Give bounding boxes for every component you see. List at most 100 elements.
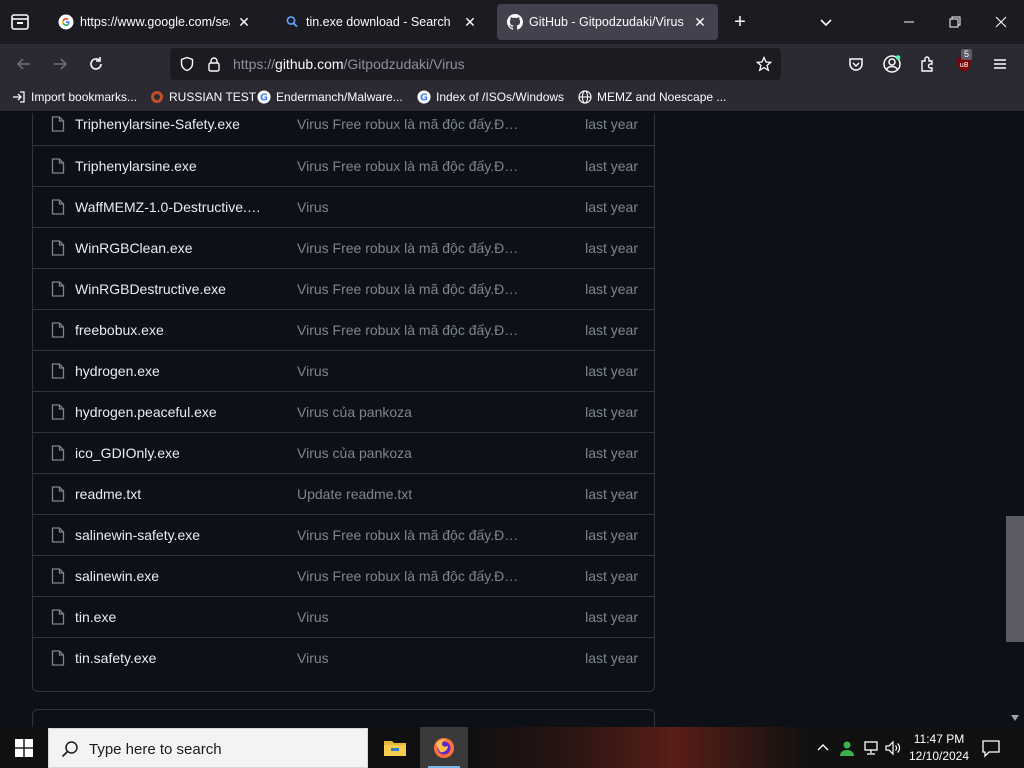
scroll-down-arrow-icon[interactable] <box>1010 713 1020 723</box>
file-icon <box>51 322 65 338</box>
account-button[interactable] <box>880 52 904 76</box>
commit-date: last year <box>585 404 638 420</box>
tab-google-search[interactable]: https://www.google.com/searc ✕ <box>48 4 262 40</box>
file-name-link[interactable]: freebobux.exe <box>75 322 265 338</box>
file-name-link[interactable]: hydrogen.peaceful.exe <box>75 404 265 420</box>
commit-message-link[interactable]: Virus Free robux là mã độc đấy.Đừ... <box>297 322 522 338</box>
close-window-button[interactable] <box>986 10 1016 34</box>
tab-tin-download-search[interactable]: tin.exe download - Search ✕ <box>274 4 488 40</box>
bookmark-memz-noescape[interactable]: MEMZ and Noescape ... <box>578 90 726 104</box>
commit-message-link[interactable]: Virus <box>297 650 522 666</box>
firefox-view-icon <box>11 14 29 30</box>
file-row[interactable]: tin.exe Virus last year <box>33 596 654 637</box>
forward-button[interactable] <box>48 52 72 76</box>
ublock-extension-button[interactable]: uB 5 <box>952 49 976 76</box>
file-name-link[interactable]: WinRGBDestructive.exe <box>75 281 265 297</box>
commit-message-link[interactable]: Virus Free robux là mã độc đấy.Đừ... <box>297 281 522 297</box>
show-hidden-icons-button[interactable] <box>814 739 832 757</box>
file-explorer-button[interactable] <box>371 727 419 768</box>
new-tab-icon[interactable]: + <box>730 12 750 32</box>
file-row[interactable]: WinRGBClean.exe Virus Free robux là mã độ… <box>33 227 654 268</box>
start-button[interactable] <box>0 727 48 768</box>
minimize-button[interactable] <box>894 10 924 34</box>
address-bar[interactable]: https://github.com/Gitpodzudaki/Virus <box>170 48 781 80</box>
site-icon <box>150 90 164 104</box>
file-name-link[interactable]: WaffMEMZ-1.0-Destructive.e... <box>75 199 265 215</box>
bookmark-import[interactable]: Import bookmarks... <box>12 90 137 104</box>
scrollbar[interactable] <box>1006 113 1024 727</box>
file-name-link[interactable]: Triphenylarsine-Safety.exe <box>75 116 265 132</box>
file-row[interactable]: salinewin.exe Virus Free robux là mã độc … <box>33 555 654 596</box>
action-center-button[interactable] <box>980 737 1002 759</box>
file-name-link[interactable]: salinewin-safety.exe <box>75 527 265 543</box>
commit-message-link[interactable]: Virus <box>297 363 522 379</box>
file-name-link[interactable]: Triphenylarsine.exe <box>75 158 265 174</box>
commit-message-link[interactable]: Virus Free robux là mã độc đấy.Đừ... <box>297 568 522 584</box>
commit-message-link[interactable]: Virus <box>297 609 522 625</box>
file-name-link[interactable]: hydrogen.exe <box>75 363 265 379</box>
commit-date: last year <box>585 568 638 584</box>
commit-message-link[interactable]: Virus <box>297 199 522 215</box>
file-row[interactable]: WinRGBDestructive.exe Virus Free robux là… <box>33 268 654 309</box>
bookmark-endermanch-malware[interactable]: G Endermanch/Malware... <box>257 90 403 104</box>
file-name-link[interactable]: WinRGBClean.exe <box>75 240 265 256</box>
file-row[interactable]: tin.safety.exe Virus last year <box>33 637 654 678</box>
user-tray-button[interactable] <box>838 739 856 757</box>
commit-message-link[interactable]: Update readme.txt <box>297 486 522 502</box>
scrollbar-thumb[interactable] <box>1006 516 1024 642</box>
commit-message-link[interactable]: Virus Free robux là mã độc đấy.Đừ... <box>297 240 522 256</box>
file-row[interactable]: hydrogen.peaceful.exe Virus của pankoza la… <box>33 391 654 432</box>
file-row[interactable]: freebobux.exe Virus Free robux là mã độc … <box>33 309 654 350</box>
file-row[interactable]: salinewin-safety.exe Virus Free robux là … <box>33 514 654 555</box>
tab-title: GitHub - Gitpodzudaki/Virus <box>529 15 684 29</box>
commit-message-link[interactable]: Virus của pankoza <box>297 404 522 420</box>
commit-message-link[interactable]: Virus Free robux là mã độc đấy.Đừ... <box>297 116 522 132</box>
tab-title: https://www.google.com/searc <box>80 15 230 29</box>
bookmark-index-isos-windows[interactable]: G Index of /ISOs/Windows <box>417 90 564 104</box>
commit-date: last year <box>585 281 638 297</box>
file-row[interactable]: ico_GDIOnly.exe Virus của pankoza last yea… <box>33 432 654 473</box>
url-path: /Gitpodzudaki/Virus <box>343 56 465 72</box>
commit-message-link[interactable]: Virus Free robux là mã độc đấy.Đừ... <box>297 158 522 174</box>
back-button[interactable] <box>12 52 36 76</box>
commit-message-link[interactable]: Virus của pankoza <box>297 445 522 461</box>
file-name-link[interactable]: tin.safety.exe <box>75 650 265 666</box>
file-row[interactable]: readme.txt Update readme.txt last year <box>33 473 654 514</box>
list-all-tabs-icon[interactable] <box>816 12 836 32</box>
close-tab-icon[interactable]: ✕ <box>462 14 478 30</box>
close-tab-icon[interactable]: ✕ <box>692 14 708 30</box>
shield-icon[interactable] <box>179 56 195 72</box>
menu-button[interactable] <box>988 52 1012 76</box>
tab-github-virus[interactable]: GitHub - Gitpodzudaki/Virus ✕ <box>497 4 718 40</box>
restore-button[interactable] <box>940 10 970 34</box>
firefox-view-button[interactable] <box>8 10 32 34</box>
pocket-button[interactable] <box>844 52 868 76</box>
account-icon <box>883 55 901 73</box>
file-name-link[interactable]: salinewin.exe <box>75 568 265 584</box>
close-tab-icon[interactable]: ✕ <box>236 14 252 30</box>
firefox-taskbar-button[interactable] <box>420 727 468 768</box>
file-row[interactable]: WaffMEMZ-1.0-Destructive.e... Virus last y… <box>33 186 654 227</box>
network-button[interactable] <box>862 739 880 757</box>
pocket-icon <box>849 58 863 71</box>
reload-icon <box>90 57 102 70</box>
file-name-link[interactable]: readme.txt <box>75 486 265 502</box>
lock-icon[interactable] <box>206 56 222 72</box>
reload-button[interactable] <box>84 52 108 76</box>
url-text[interactable]: https://github.com/Gitpodzudaki/Virus <box>233 56 465 72</box>
file-name-link[interactable]: tin.exe <box>75 609 265 625</box>
puzzle-piece-icon <box>921 56 933 72</box>
volume-button[interactable] <box>884 739 902 757</box>
commit-date: last year <box>585 199 638 215</box>
file-row[interactable]: hydrogen.exe Virus last year <box>33 350 654 391</box>
extensions-button[interactable] <box>916 52 940 76</box>
taskbar-search-box[interactable]: Type here to search <box>48 728 368 768</box>
file-row[interactable]: Triphenylarsine.exe Virus Free robux là m… <box>33 145 654 186</box>
file-name-link[interactable]: ico_GDIOnly.exe <box>75 445 265 461</box>
taskbar-clock[interactable]: 11:47 PM 12/10/2024 <box>908 731 970 765</box>
bookmark-russian-test[interactable]: RUSSIAN TEST <box>150 90 256 104</box>
bookmark-star-icon[interactable] <box>755 55 773 72</box>
file-icon <box>51 116 65 132</box>
file-row[interactable]: Triphenylarsine-Safety.exe Virus Free rob… <box>33 113 654 145</box>
commit-message-link[interactable]: Virus Free robux là mã độc đấy.Đừ... <box>297 527 522 543</box>
